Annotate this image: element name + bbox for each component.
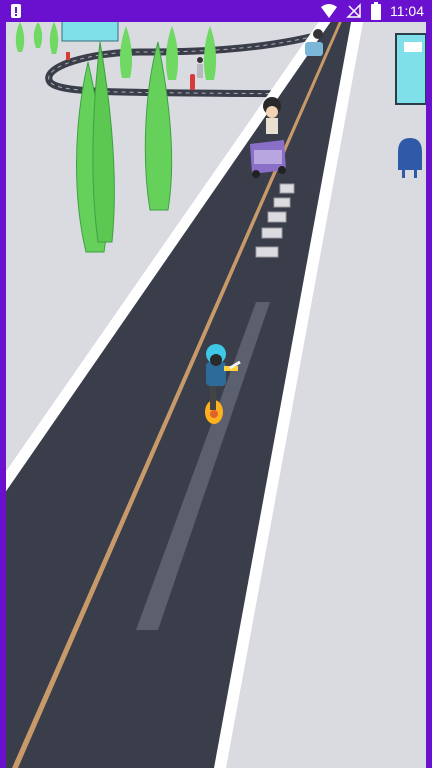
status-bar: 11:04 xyxy=(0,0,432,22)
cell-signal-off-icon xyxy=(346,3,362,19)
wifi-icon xyxy=(320,3,338,19)
pedestrian xyxy=(197,57,203,78)
frame-border-left xyxy=(0,22,6,768)
hydrant-icon xyxy=(190,74,195,90)
building-left xyxy=(61,22,119,42)
status-time: 11:04 xyxy=(390,3,424,19)
frame-border-right xyxy=(426,22,432,768)
alert-icon xyxy=(8,3,24,19)
game-canvas[interactable] xyxy=(0,22,432,768)
status-icons: 11:04 xyxy=(320,2,424,20)
battery-icon xyxy=(370,2,382,20)
